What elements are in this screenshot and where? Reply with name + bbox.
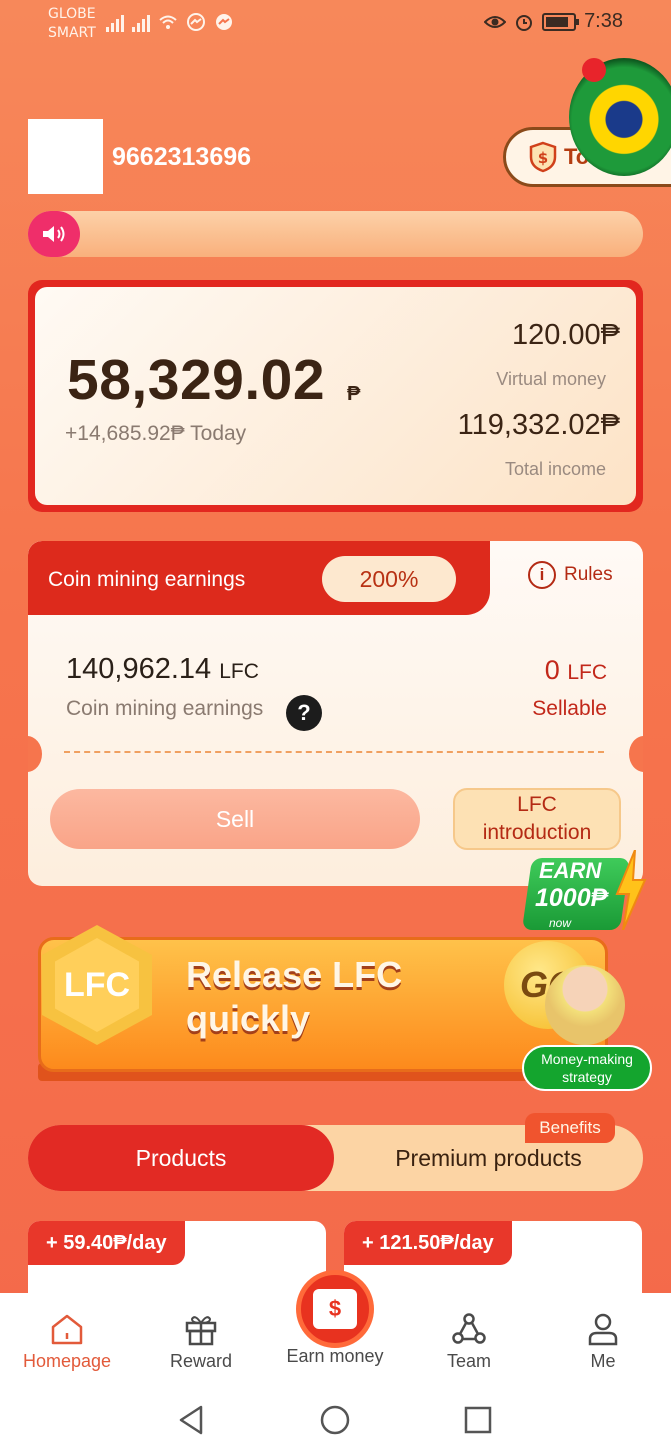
lfc-amount-value: 140,962.14 [66, 653, 212, 685]
balance-panel: 58,329.02 ₱ +14,685.92₱ Today 120.00₱ Vi… [35, 287, 636, 505]
daily-rate-tag: + 59.40₱/day [28, 1221, 185, 1265]
virtual-money-value: 120.00₱ [511, 319, 620, 351]
release-title: Release LFC quickly [186, 953, 402, 1041]
total-income-label: Total income [504, 459, 606, 479]
system-nav-bar [0, 1385, 671, 1455]
person-icon [588, 1313, 618, 1346]
sell-button[interactable]: Sell [50, 789, 420, 849]
coin-mining-card: Coin mining earnings 200% i Rules 140,96… [28, 541, 643, 886]
carrier-label: GLOBE SMART [48, 5, 96, 43]
nav-me-label: Me [590, 1351, 616, 1371]
earn-badge-title: EARN [539, 858, 602, 883]
speaker-icon [28, 211, 80, 257]
coin-mining-title: Coin mining earnings [48, 568, 246, 591]
nav-earn-money-label: Earn money [286, 1346, 384, 1366]
battery-icon [542, 12, 580, 31]
divider [64, 751, 604, 753]
intro-line-1: LFC [517, 793, 557, 816]
sellable-label: Sellable [532, 697, 607, 720]
dollar-icon: $ [313, 1289, 357, 1329]
balance-card: 58,329.02 ₱ +14,685.92₱ Today 120.00₱ Vi… [28, 280, 643, 512]
messenger-icon [187, 13, 205, 31]
lfc-earnings-label: Coin mining earnings [66, 697, 264, 720]
lightning-icon [615, 850, 647, 930]
home-circle-icon[interactable] [318, 1403, 352, 1437]
lfc-amount-unit: LFC [219, 660, 259, 683]
ticket-notch [28, 736, 42, 772]
gift-icon [185, 1316, 217, 1346]
avatar[interactable] [28, 119, 103, 194]
signal-icon [106, 15, 124, 32]
currency-symbol: ₱ [347, 383, 361, 405]
signal-icons [106, 12, 234, 32]
shield-dollar-icon: $ [529, 141, 557, 173]
earn-1000-badge[interactable]: EARN 1000₱ now [521, 850, 647, 932]
sellable-value: 0 [544, 655, 560, 685]
strategy-avatar [545, 965, 625, 1045]
today-earnings: +14,685.92₱ Today [65, 422, 247, 445]
recents-icon[interactable] [461, 1403, 495, 1437]
strategy-line-2: strategy [562, 1069, 612, 1085]
messenger-icon [216, 14, 232, 30]
sellable-amount: 0 LFC [545, 655, 607, 686]
status-bar: GLOBE SMART 7:38 [0, 0, 671, 48]
svg-text:$: $ [538, 149, 548, 167]
money-making-strategy-button[interactable]: Money-making strategy [522, 1045, 652, 1091]
nav-team-label: Team [446, 1351, 491, 1371]
notification-badge [582, 58, 606, 82]
wifi-icon [159, 15, 177, 29]
mining-percent-badge: 200% [322, 556, 456, 602]
virtual-money-label: Virtual money [496, 369, 606, 389]
nav-reward-label: Reward [169, 1351, 233, 1371]
rules-link[interactable]: i Rules [528, 561, 613, 589]
team-icon [452, 1313, 486, 1344]
lfc-earnings-amount: 140,962.14 LFC [66, 653, 259, 686]
total-balance: 58,329.02 [67, 348, 326, 412]
sellable-unit: LFC [567, 661, 607, 684]
signal-icon [132, 15, 150, 32]
user-id: 9662313696 [112, 143, 252, 171]
nav-homepage-label: Homepage [22, 1351, 112, 1371]
intro-line-2: introduction [482, 821, 592, 844]
alarm-icon [516, 14, 533, 31]
clock: 7:38 [584, 10, 623, 32]
eye-icon [484, 15, 507, 28]
nav-me[interactable]: Me [543, 1311, 663, 1372]
back-icon[interactable] [175, 1403, 209, 1437]
strategy-line-1: Money-making [541, 1051, 633, 1067]
status-right: 7:38 [484, 10, 623, 33]
daily-rate-tag: + 121.50₱/day [344, 1221, 512, 1265]
lfc-coin-label: LFC [55, 938, 139, 1032]
info-icon: i [528, 561, 556, 589]
home-icon [51, 1314, 83, 1345]
carrier-line-1: GLOBE [48, 6, 96, 22]
earn-money-button[interactable]: $ [296, 1270, 374, 1348]
total-income-value: 119,332.02₱ [457, 409, 620, 441]
nav-homepage[interactable]: Homepage [7, 1311, 127, 1372]
announcement-bar[interactable] [28, 211, 643, 257]
lfc-introduction-button[interactable]: LFC introduction [453, 788, 621, 850]
carrier-line-2: SMART [48, 25, 96, 41]
release-title-line-1: Release LFC [186, 954, 403, 995]
nav-team[interactable]: Team [409, 1311, 529, 1372]
release-title-line-2: quickly [186, 998, 311, 1039]
help-icon[interactable]: ? [286, 695, 322, 731]
benefits-badge: Benefits [525, 1113, 615, 1143]
rules-label: Rules [564, 564, 613, 585]
coin-mining-tab: Coin mining earnings 200% [28, 541, 490, 615]
ticket-notch [629, 736, 643, 772]
nav-reward[interactable]: Reward [141, 1311, 261, 1372]
earn-badge-amount: 1000₱ [535, 884, 608, 912]
tab-products[interactable]: Products [28, 1125, 334, 1191]
